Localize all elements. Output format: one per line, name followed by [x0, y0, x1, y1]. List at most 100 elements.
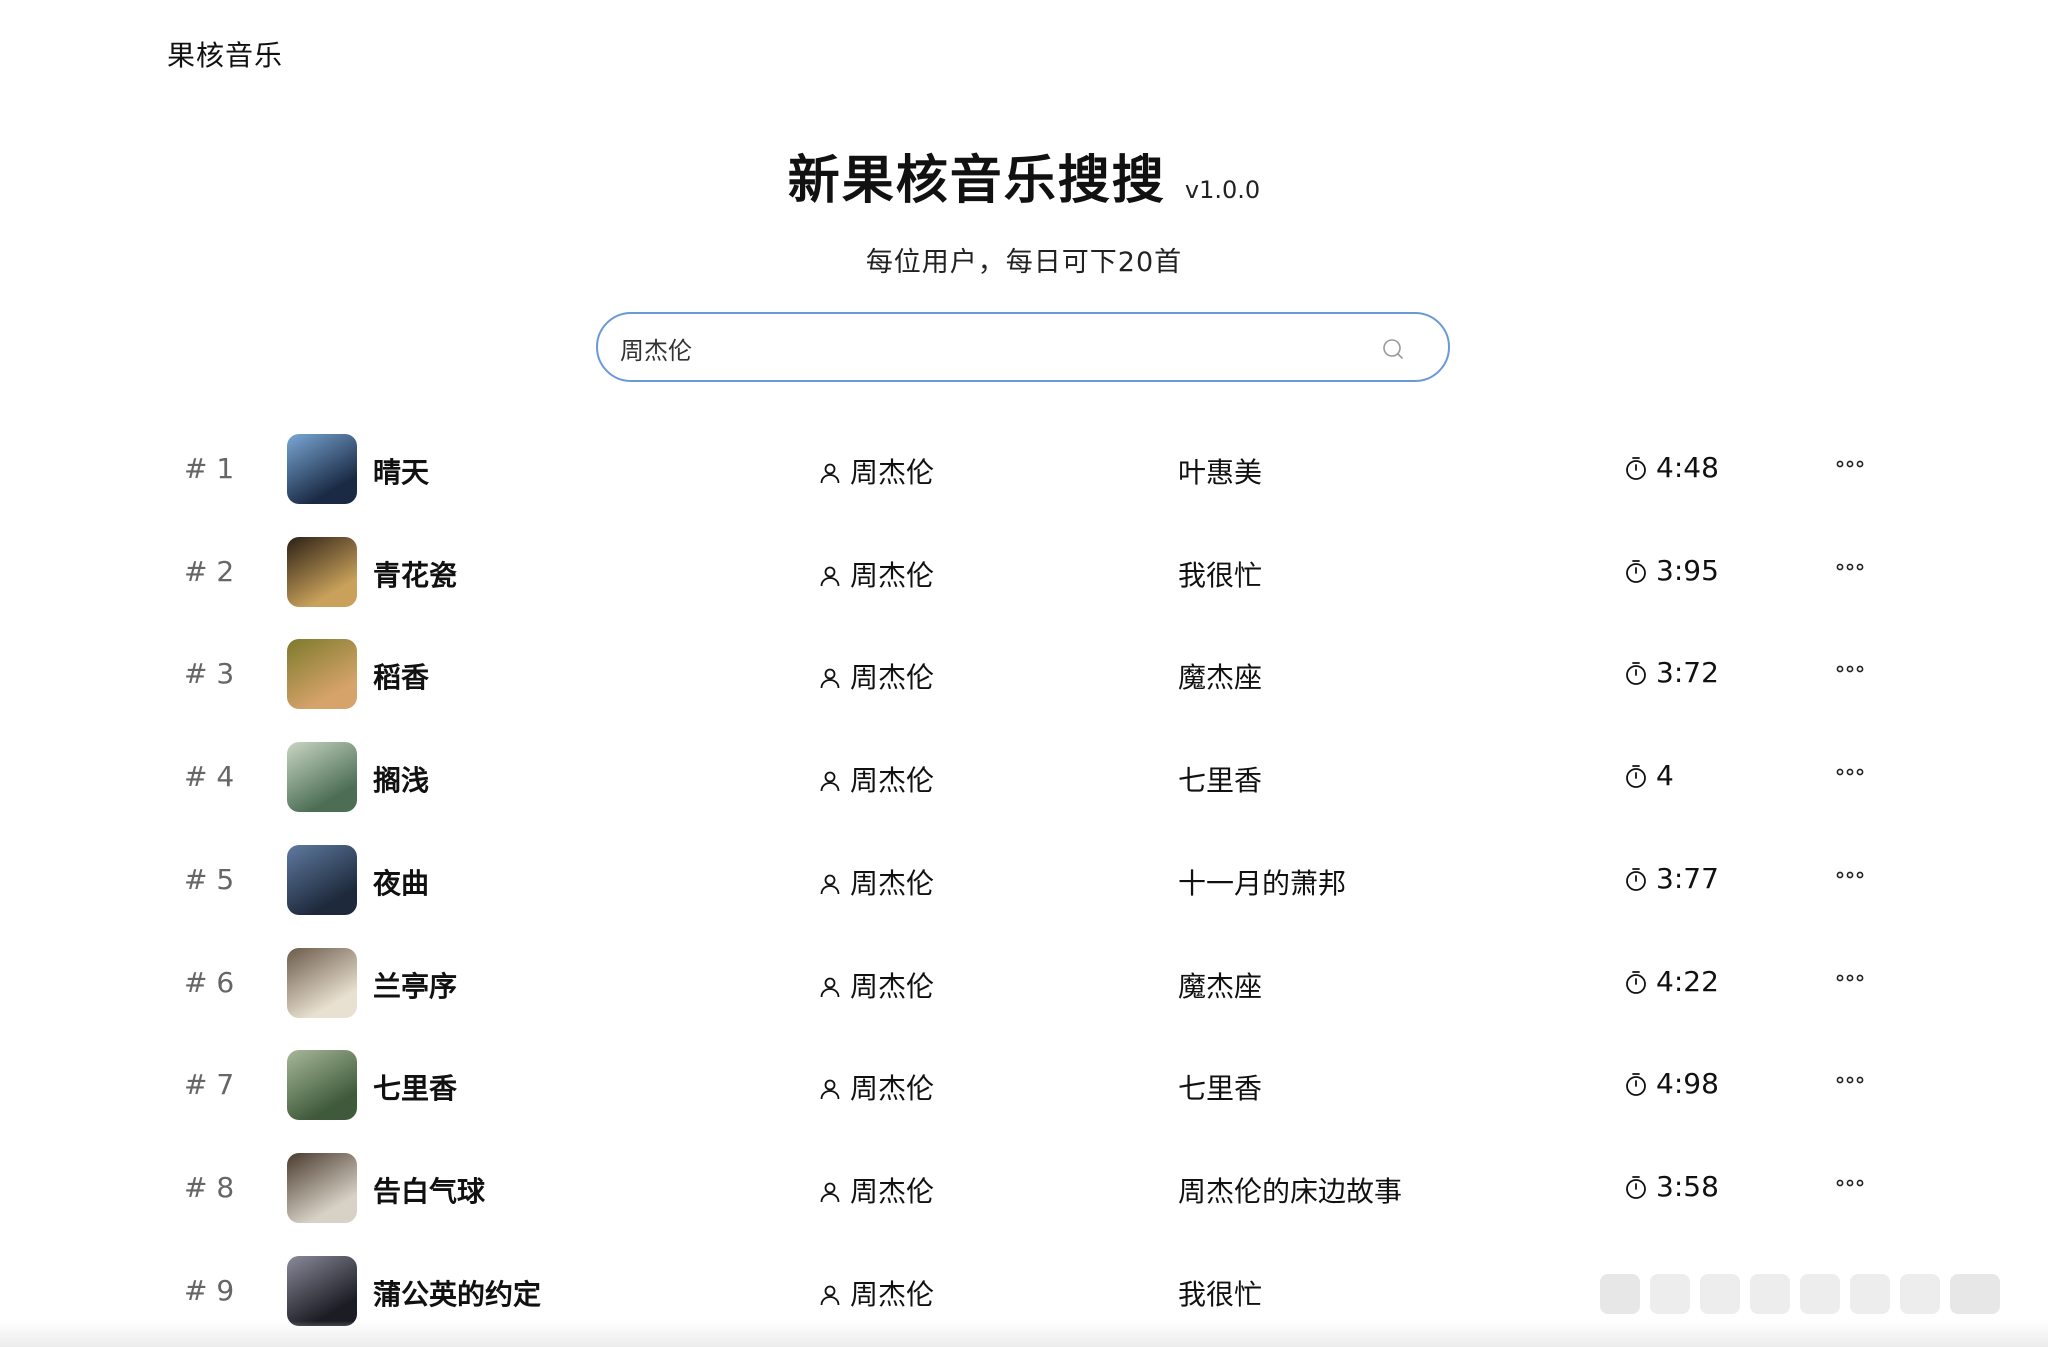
- song-row[interactable]: # 4 搁浅 周杰伦 七里香 4: [0, 726, 2048, 828]
- album-cover[interactable]: [287, 947, 357, 1018]
- album-cover[interactable]: [287, 1152, 357, 1223]
- more-options-icon[interactable]: [1836, 764, 1864, 778]
- song-row[interactable]: # 6 兰亭序 周杰伦 魔杰座 4:22: [0, 932, 2048, 1034]
- song-artist[interactable]: 周杰伦: [818, 1273, 934, 1313]
- song-title[interactable]: 夜曲: [373, 862, 429, 902]
- song-album[interactable]: 我很忙: [1178, 1273, 1262, 1313]
- song-album[interactable]: 十一月的萧邦: [1178, 862, 1346, 902]
- song-duration-value: 4:98: [1656, 1067, 1719, 1101]
- song-rank: # 6: [184, 965, 235, 999]
- song-duration-value: 4:48: [1656, 451, 1719, 484]
- song-album[interactable]: 我很忙: [1178, 554, 1262, 594]
- song-artist[interactable]: 周杰伦: [818, 965, 934, 1005]
- song-row[interactable]: # 3 稻香 周杰伦 魔杰座 3:72: [0, 623, 2048, 725]
- page-header: 新果核音乐搜搜 v1.0.0: [0, 138, 2048, 213]
- song-artist-name: 周杰伦: [850, 1072, 935, 1106]
- song-row[interactable]: # 1 晴天 周杰伦 叶惠美 4:48: [0, 418, 2048, 520]
- song-title[interactable]: 蒲公英的约定: [373, 1273, 541, 1313]
- song-title[interactable]: 七里香: [373, 1067, 457, 1107]
- user-icon: [820, 1182, 840, 1202]
- user-icon: [820, 463, 840, 484]
- timer-icon: [1626, 970, 1646, 994]
- song-rank: # 5: [184, 862, 235, 896]
- user-icon: [820, 771, 840, 792]
- song-artist[interactable]: 周杰伦: [818, 554, 934, 594]
- user-icon: [820, 1079, 840, 1100]
- user-icon: [820, 668, 840, 689]
- more-options-icon[interactable]: [1836, 867, 1864, 881]
- album-cover[interactable]: [287, 536, 357, 607]
- search-input[interactable]: [618, 314, 1382, 382]
- song-duration-value: 3:77: [1656, 861, 1719, 895]
- song-duration-value: 3:72: [1656, 656, 1719, 690]
- more-options-icon[interactable]: [1836, 661, 1864, 675]
- song-rank: # 8: [184, 1170, 235, 1204]
- search-icon[interactable]: [1382, 338, 1404, 360]
- song-artist[interactable]: 周杰伦: [818, 759, 934, 799]
- song-title[interactable]: 稻香: [373, 656, 429, 696]
- album-cover[interactable]: [287, 1255, 357, 1326]
- song-album[interactable]: 七里香: [1178, 759, 1262, 799]
- song-artist-name: 周杰伦: [850, 1277, 935, 1311]
- version-label: v1.0.0: [1184, 176, 1261, 204]
- song-artist-name: 周杰伦: [850, 1174, 935, 1208]
- album-cover[interactable]: [287, 844, 357, 915]
- song-artist[interactable]: 周杰伦: [818, 1067, 934, 1107]
- song-album[interactable]: 魔杰座: [1178, 965, 1262, 1005]
- timer-icon: [1626, 662, 1646, 686]
- song-duration: 4:22: [1624, 965, 1719, 998]
- more-options-icon[interactable]: [1836, 1072, 1864, 1086]
- song-rank: # 9: [184, 1273, 235, 1307]
- song-album[interactable]: 七里香: [1178, 1067, 1262, 1107]
- song-row[interactable]: # 5 夜曲 周杰伦 十一月的萧邦 3:77: [0, 829, 2048, 931]
- song-artist[interactable]: 周杰伦: [818, 862, 934, 902]
- song-artist-name: 周杰伦: [850, 764, 935, 798]
- song-rank: # 7: [184, 1068, 235, 1102]
- song-duration: 3:77: [1624, 862, 1719, 895]
- song-artist-name: 周杰伦: [850, 661, 935, 695]
- user-icon: [820, 1285, 840, 1305]
- app-window: 果核音乐 新果核音乐搜搜 v1.0.0 每位用户，每日可下20首 # 1晴天周杰…: [0, 0, 2048, 1347]
- song-artist-name: 周杰伦: [850, 456, 935, 489]
- user-icon: [820, 874, 840, 894]
- song-row[interactable]: # 2 青花瓷 周杰伦 我很忙 3:95: [0, 521, 2048, 623]
- song-title[interactable]: 告白气球: [373, 1170, 485, 1210]
- song-artist[interactable]: 周杰伦: [818, 656, 934, 696]
- more-options-icon[interactable]: [1836, 456, 1864, 470]
- timer-icon: [1626, 1175, 1646, 1199]
- more-options-icon[interactable]: [1836, 559, 1864, 573]
- timer-icon: [1626, 1073, 1646, 1097]
- song-title[interactable]: 兰亭序: [373, 965, 457, 1005]
- song-title[interactable]: 晴天: [373, 451, 429, 491]
- song-rank: # 2: [184, 554, 235, 588]
- song-rank: # 4: [184, 760, 235, 794]
- song-artist-name: 周杰伦: [850, 558, 935, 592]
- song-row[interactable]: # 8 告白气球 周杰伦 周杰伦的床边故事 3:58: [0, 1137, 2048, 1239]
- song-artist[interactable]: 周杰伦: [818, 1170, 934, 1210]
- bottom-edge: [0, 1321, 2048, 1347]
- song-rank: # 1: [184, 452, 235, 485]
- song-duration: 3:58: [1624, 1170, 1719, 1203]
- page-title: 新果核音乐搜搜: [787, 151, 1166, 211]
- album-cover[interactable]: [287, 1050, 357, 1121]
- song-album[interactable]: 魔杰座: [1178, 656, 1262, 696]
- song-title[interactable]: 搁浅: [373, 759, 429, 799]
- user-icon: [820, 977, 840, 997]
- more-options-icon[interactable]: [1836, 970, 1864, 984]
- brand-logo-text[interactable]: 果核音乐: [167, 34, 283, 74]
- song-row[interactable]: # 7 七里香 周杰伦 七里香 4:98: [0, 1034, 2048, 1136]
- song-album[interactable]: 周杰伦的床边故事: [1178, 1170, 1402, 1210]
- album-cover[interactable]: [287, 742, 357, 813]
- more-options-icon[interactable]: [1836, 1175, 1864, 1189]
- page-subtitle: 每位用户，每日可下20首: [865, 247, 1183, 278]
- album-cover[interactable]: [287, 434, 357, 504]
- album-cover[interactable]: [287, 639, 357, 710]
- song-duration: 3:95: [1624, 554, 1719, 587]
- timer-icon: [1626, 765, 1646, 788]
- song-artist[interactable]: 周杰伦: [818, 451, 934, 491]
- watermark: [1600, 1264, 2020, 1324]
- song-title[interactable]: 青花瓷: [373, 554, 457, 594]
- song-album[interactable]: 叶惠美: [1178, 451, 1262, 491]
- song-duration-value: 3:95: [1656, 553, 1719, 587]
- search-box: [596, 312, 1450, 382]
